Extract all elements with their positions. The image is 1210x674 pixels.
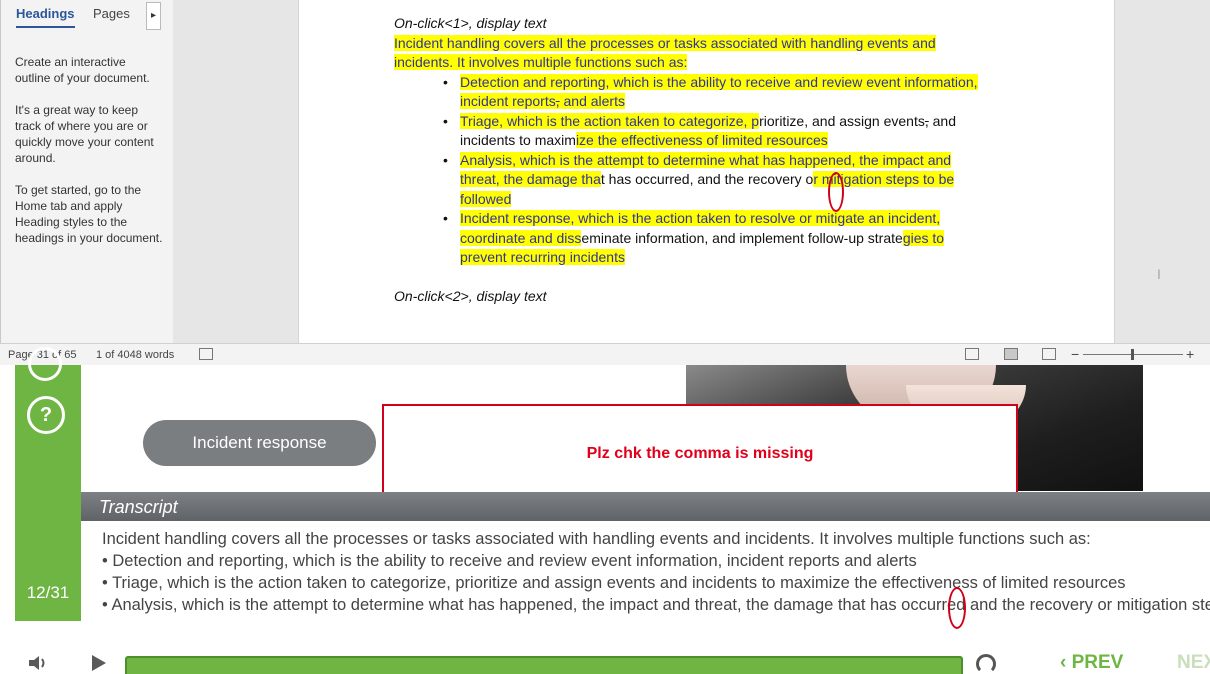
- annotation-oval: [828, 172, 844, 212]
- bullet-text: Detection and reporting, which is the ab…: [460, 73, 978, 90]
- tab-headings[interactable]: Headings: [16, 6, 75, 28]
- playback-controls: ‹ PREV NEXT: [0, 650, 1210, 674]
- status-bar: Page 31 of 65 1 of 4048 words − +: [0, 343, 1210, 366]
- bullet-text: and: [928, 112, 956, 129]
- transcript-body: Incident handling covers all the process…: [102, 528, 1210, 616]
- word-window: Headings Pages ▸ Create an interactive o…: [0, 0, 1210, 366]
- transcript-header: Transcript: [81, 492, 1210, 521]
- zoom-slider-thumb[interactable]: [1131, 349, 1134, 360]
- bullet-text: Incident response, which is the action t…: [460, 210, 941, 226]
- course-player: ? 12/31 Incident response Plz chk the co…: [0, 347, 1210, 674]
- bullet-text: t has occurred, and the recovery o: [600, 171, 814, 187]
- annotation-oval: [948, 587, 966, 629]
- help-paragraph: It's a great way to keep track of where …: [15, 103, 154, 165]
- transcript-title: Transcript: [99, 497, 178, 517]
- help-paragraph: To get started, go to the Home tab and a…: [15, 183, 163, 245]
- list-item-triage: Triage, which is the action taken to cat…: [443, 112, 1034, 151]
- bullet-text: Triage, which is the action taken to cat…: [460, 112, 760, 129]
- navigation-pane: Headings Pages ▸ Create an interactive o…: [0, 0, 174, 343]
- menu-icon[interactable]: [28, 347, 62, 381]
- review-comment-text: Plz chk the comma is missing: [586, 445, 814, 462]
- bullet-text: ize the effectiveness of limited resourc…: [575, 132, 828, 148]
- bullet-text: eminate information, and implement follo…: [581, 229, 903, 246]
- intro-line-1: Incident handling covers all the process…: [394, 34, 936, 51]
- transcript-line: Incident handling covers all the process…: [102, 530, 1091, 548]
- document-area[interactable]: On-click<1>, display text Incident handl…: [173, 0, 1210, 343]
- navigation-help-text: Create an interactive outline of your do…: [15, 54, 163, 262]
- transcript-line: • Triage, which is the action taken to c…: [102, 574, 1126, 592]
- transcript-line: • Analysis, which is the attempt to dete…: [102, 596, 1210, 614]
- zoom-out-button[interactable]: −: [1071, 346, 1079, 362]
- list-item-incident-response: Incident response, which is the action t…: [443, 209, 1034, 268]
- bullet-text: and alerts: [559, 93, 625, 109]
- web-layout-icon[interactable]: [1042, 348, 1056, 360]
- read-mode-icon[interactable]: [965, 348, 979, 360]
- list-item-analysis: Analysis, which is the attempt to determ…: [443, 151, 1034, 210]
- bullet-text: threat, the damage tha: [460, 171, 601, 187]
- bullet-text: rioritize, and assign events: [759, 112, 925, 129]
- bullet-text: prevent recurring incidents: [460, 249, 625, 265]
- zoom-in-button[interactable]: +: [1186, 346, 1194, 362]
- bullet-text: followed: [460, 190, 512, 207]
- print-layout-icon[interactable]: [1004, 348, 1018, 360]
- help-paragraph: Create an interactive outline of your do…: [15, 55, 150, 85]
- proofing-icon[interactable]: [199, 348, 213, 360]
- navigation-tabs: Headings Pages ▸: [1, 0, 173, 30]
- onclick-1-text: On-click<1>, display text: [394, 15, 547, 31]
- progress-bar[interactable]: [125, 656, 963, 674]
- review-comment-box: Plz chk the comma is missing: [382, 404, 1018, 502]
- list-item-detection: Detection and reporting, which is the ab…: [443, 73, 1034, 112]
- bullet-text: gies to: [902, 229, 945, 246]
- nav-more-arrow-icon[interactable]: ▸: [146, 2, 161, 30]
- functions-list: Detection and reporting, which is the ab…: [394, 73, 1034, 268]
- tab-pages[interactable]: Pages: [93, 6, 130, 21]
- help-icon[interactable]: ?: [27, 396, 65, 434]
- text-cursor-icon: I: [1157, 266, 1161, 282]
- bullet-text: coordinate and diss: [460, 229, 582, 246]
- transcript-line: • Detection and reporting, which is the …: [102, 552, 917, 570]
- replay-icon[interactable]: [976, 654, 996, 674]
- incident-response-button[interactable]: Incident response: [143, 420, 376, 466]
- play-icon[interactable]: [92, 655, 106, 671]
- bullet-text: incidents to maxim: [460, 132, 576, 148]
- slide-counter: 12/31: [26, 583, 70, 602]
- document-body[interactable]: On-click<1>, display text Incident handl…: [394, 14, 1034, 306]
- intro-paragraph: Incident handling covers all the process…: [394, 34, 1034, 73]
- bullet-text: incident reports: [460, 93, 556, 109]
- bullet-text: Analysis, which is the attempt to determ…: [460, 151, 952, 168]
- volume-icon[interactable]: [29, 655, 47, 671]
- intro-line-2: incidents. It involves multiple function…: [394, 54, 688, 70]
- onclick-2-text: On-click<2>, display text: [394, 287, 547, 304]
- word-count[interactable]: 1 of 4048 words: [96, 349, 174, 361]
- document-page[interactable]: On-click<1>, display text Incident handl…: [298, 0, 1161, 343]
